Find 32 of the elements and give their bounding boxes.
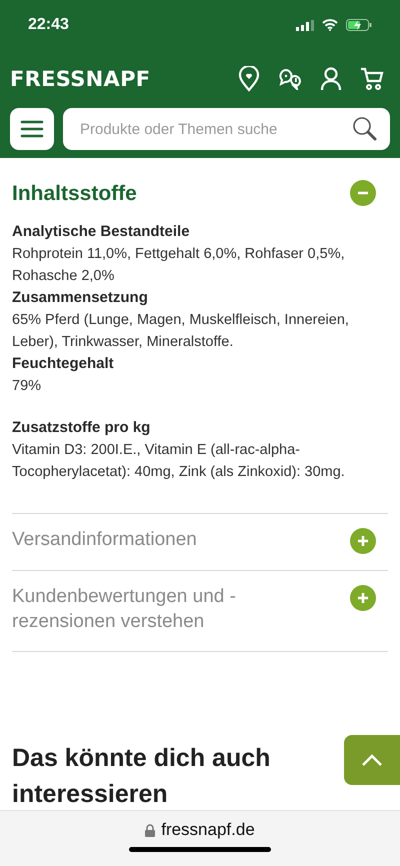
- menu-icon: [20, 120, 44, 138]
- chevron-up-icon: [361, 754, 383, 766]
- signal-icon: [296, 20, 314, 30]
- ingredient-text: Vitamin D3: 200I.E., Vitamin E (all-rac-alpha-Tocopherylacetat): 40mg, Zink (als Zinkoxid): 30mg.: [12, 441, 346, 482]
- cart-icon[interactable]: [360, 67, 384, 91]
- expand-button[interactable]: [350, 528, 376, 554]
- ingredient-heading: Zusatzstoffe pro kg: [12, 418, 152, 438]
- ingredient-text: 65% Pferd (Lunge, Magen, Muskelfleisch, Innereien, Leber), Trinkwasser, Mineralstoffe.: [12, 311, 350, 352]
- scroll-top-button[interactable]: [344, 735, 400, 785]
- ingredient-text: Rohprotein 11,0%, Fettgehalt 6,0%, Rohfaser 0,5%, Rohasche 2,0%: [12, 245, 346, 286]
- battery-icon: [346, 19, 372, 31]
- collapse-button[interactable]: [350, 180, 376, 206]
- location-pin-icon[interactable]: [238, 66, 260, 92]
- search-icon[interactable]: [352, 116, 378, 142]
- search-field[interactable]: Produkte oder Themen suche: [63, 108, 390, 150]
- lock-icon: [145, 824, 156, 836]
- ingredient-heading: Zusammensetzung: [12, 288, 149, 308]
- help-chat-icon[interactable]: [278, 68, 302, 90]
- user-icon[interactable]: [320, 67, 342, 91]
- recommendations-title: Das könnte dich auch interessieren: [12, 742, 272, 810]
- status-time: 22:43: [28, 16, 69, 34]
- ingredient-text: 79%: [12, 377, 42, 396]
- accordion-title[interactable]: Inhaltsstoffe: [12, 180, 137, 208]
- url-text[interactable]: fressnapf.de: [161, 820, 255, 840]
- wifi-icon: [322, 19, 338, 31]
- plus-icon: [357, 592, 369, 604]
- logo[interactable]: FRESSNAPF: [10, 67, 150, 91]
- menu-button[interactable]: [10, 108, 54, 150]
- ingredient-heading: Feuchtegehalt: [12, 354, 115, 374]
- plus-icon: [357, 535, 369, 548]
- expand-button[interactable]: [350, 585, 376, 612]
- ingredient-heading: Analytische Bestandteile: [12, 222, 191, 242]
